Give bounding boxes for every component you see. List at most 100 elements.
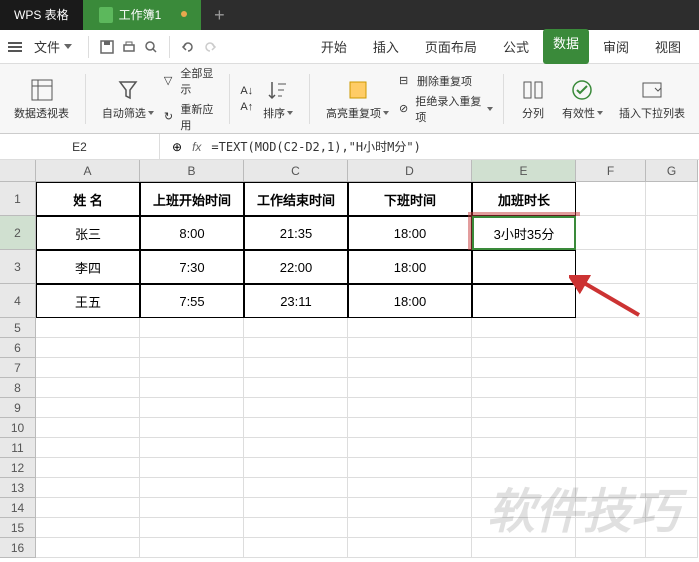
- cell[interactable]: [140, 458, 244, 478]
- cell[interactable]: [36, 498, 140, 518]
- cell[interactable]: [472, 338, 576, 358]
- tab-data[interactable]: 数据: [543, 29, 589, 64]
- sort-desc-icon[interactable]: A↑: [240, 101, 253, 113]
- cell[interactable]: [140, 378, 244, 398]
- select-all-corner[interactable]: [0, 160, 36, 182]
- cell[interactable]: [348, 478, 472, 498]
- reject-dup-button[interactable]: ⊘拒绝录入重复项: [399, 93, 493, 125]
- cell[interactable]: [472, 438, 576, 458]
- cell[interactable]: [140, 438, 244, 458]
- cell[interactable]: [36, 318, 140, 338]
- cell[interactable]: 8:00: [140, 216, 244, 250]
- row-header-14[interactable]: 14: [0, 498, 36, 518]
- row-header-13[interactable]: 13: [0, 478, 36, 498]
- cell[interactable]: [140, 358, 244, 378]
- cell[interactable]: [244, 498, 348, 518]
- undo-icon[interactable]: [178, 37, 198, 57]
- cell[interactable]: [348, 338, 472, 358]
- cell[interactable]: [472, 478, 576, 498]
- row-header-1[interactable]: 1: [0, 182, 36, 216]
- cell[interactable]: 上班开始时间: [140, 182, 244, 216]
- cell[interactable]: [36, 358, 140, 378]
- autofilter-button[interactable]: 自动筛选: [96, 75, 160, 123]
- cell[interactable]: [244, 338, 348, 358]
- cell[interactable]: [576, 498, 646, 518]
- cell[interactable]: [472, 358, 576, 378]
- cell[interactable]: [36, 398, 140, 418]
- cell[interactable]: [646, 538, 698, 558]
- col-header-E[interactable]: E: [472, 160, 576, 182]
- cell[interactable]: [348, 318, 472, 338]
- cell[interactable]: [576, 284, 646, 318]
- cell[interactable]: [348, 498, 472, 518]
- cell[interactable]: [140, 538, 244, 558]
- cell[interactable]: 7:55: [140, 284, 244, 318]
- cell[interactable]: [140, 338, 244, 358]
- cell[interactable]: [646, 250, 698, 284]
- cell[interactable]: [646, 358, 698, 378]
- sort-button[interactable]: 排序: [257, 75, 299, 123]
- row-header-10[interactable]: 10: [0, 418, 36, 438]
- cell[interactable]: 姓 名: [36, 182, 140, 216]
- cell[interactable]: [646, 338, 698, 358]
- cell[interactable]: 18:00: [348, 250, 472, 284]
- tab-review[interactable]: 审阅: [591, 29, 641, 64]
- cell[interactable]: [576, 250, 646, 284]
- cell[interactable]: [646, 498, 698, 518]
- cell[interactable]: [348, 358, 472, 378]
- cell[interactable]: [244, 358, 348, 378]
- cell[interactable]: [36, 458, 140, 478]
- split-button[interactable]: 分列: [514, 75, 552, 123]
- row-header-15[interactable]: 15: [0, 518, 36, 538]
- row-header-7[interactable]: 7: [0, 358, 36, 378]
- cell[interactable]: 23:11: [244, 284, 348, 318]
- cell[interactable]: [36, 378, 140, 398]
- cell[interactable]: [348, 538, 472, 558]
- cell[interactable]: 王五: [36, 284, 140, 318]
- row-header-4[interactable]: 4: [0, 284, 36, 318]
- cell[interactable]: [646, 418, 698, 438]
- col-header-F[interactable]: F: [576, 160, 646, 182]
- cell[interactable]: [646, 518, 698, 538]
- cell[interactable]: [576, 338, 646, 358]
- add-tab-button[interactable]: +: [201, 5, 237, 26]
- row-header-16[interactable]: 16: [0, 538, 36, 558]
- cell[interactable]: [646, 318, 698, 338]
- cell[interactable]: [646, 398, 698, 418]
- row-header-8[interactable]: 8: [0, 378, 36, 398]
- tab-insert[interactable]: 插入: [361, 29, 411, 64]
- cell[interactable]: [576, 318, 646, 338]
- cell[interactable]: [244, 418, 348, 438]
- show-all-button[interactable]: ▽全部显示: [164, 65, 220, 97]
- cell[interactable]: 下班时间: [348, 182, 472, 216]
- cell[interactable]: [348, 398, 472, 418]
- cell[interactable]: [244, 518, 348, 538]
- cell[interactable]: [244, 318, 348, 338]
- col-header-D[interactable]: D: [348, 160, 472, 182]
- cell[interactable]: [140, 318, 244, 338]
- cell[interactable]: 22:00: [244, 250, 348, 284]
- fx-icon[interactable]: fx: [192, 140, 201, 154]
- cell[interactable]: 工作结束时间: [244, 182, 348, 216]
- col-header-A[interactable]: A: [36, 160, 140, 182]
- cell[interactable]: [646, 438, 698, 458]
- cell[interactable]: 18:00: [348, 216, 472, 250]
- cell[interactable]: 3小时35分: [472, 216, 576, 250]
- cell[interactable]: [646, 284, 698, 318]
- cell[interactable]: [646, 182, 698, 216]
- row-header-12[interactable]: 12: [0, 458, 36, 478]
- validation-button[interactable]: 有效性: [556, 75, 609, 123]
- col-header-G[interactable]: G: [646, 160, 698, 182]
- cell[interactable]: 18:00: [348, 284, 472, 318]
- cell[interactable]: [472, 518, 576, 538]
- cell[interactable]: [140, 398, 244, 418]
- cell[interactable]: [576, 418, 646, 438]
- cell[interactable]: [244, 458, 348, 478]
- cell[interactable]: [140, 478, 244, 498]
- delete-dup-button[interactable]: ⊟删除重复项: [399, 73, 493, 89]
- cell[interactable]: [244, 538, 348, 558]
- cell[interactable]: [244, 438, 348, 458]
- formula-input[interactable]: =TEXT(MOD(C2-D2,1),"H小时M分"): [211, 138, 420, 155]
- highlight-dup-button[interactable]: 高亮重复项: [320, 75, 395, 123]
- row-header-11[interactable]: 11: [0, 438, 36, 458]
